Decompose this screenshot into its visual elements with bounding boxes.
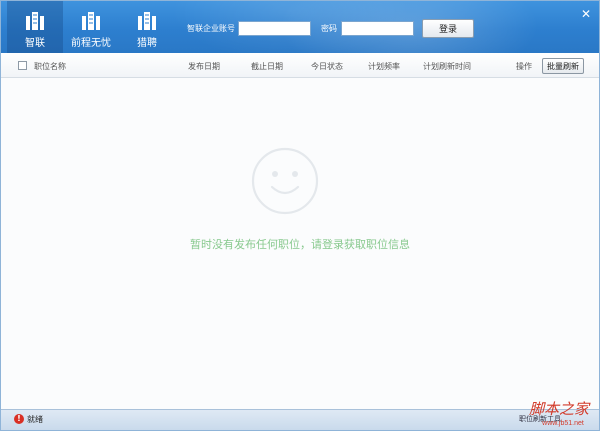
column-header: 职位名称 发布日期 截止日期 今日状态 计划频率 计划刷新时间 操作 批量刷新 <box>1 53 599 78</box>
smiley-face-icon <box>251 147 319 215</box>
buildings-icon <box>26 12 44 30</box>
col-job-name: 职位名称 <box>34 62 66 71</box>
watermark-logo: 脚本之家 www.jb51.net <box>529 400 591 427</box>
tab-label: 智联 <box>25 38 45 49</box>
col-action: 操作 <box>516 62 532 71</box>
app-window: 智联 前程无忧 猎聘 智联企业账号 密码 登录 ✕ 职位名称 发布日期 截止日期… <box>0 0 600 431</box>
status-bar: ! 就绪 职位刷新工具 <box>1 409 599 430</box>
watermark-text: 脚本之家 <box>529 400 591 418</box>
batch-refresh-button[interactable]: 批量刷新 <box>542 58 584 74</box>
account-input[interactable] <box>238 21 311 36</box>
error-icon: ! <box>14 414 24 424</box>
col-refresh-frequency: 计划频率 <box>368 62 400 71</box>
tab-label: 猎聘 <box>137 38 157 49</box>
col-publish-date: 发布日期 <box>188 62 220 71</box>
watermark-url: www.jb51.net <box>541 420 584 427</box>
status-text: 就绪 <box>27 415 43 424</box>
col-today-status: 今日状态 <box>311 62 343 71</box>
tab-51job[interactable]: 前程无忧 <box>63 1 119 53</box>
col-refresh-time: 计划刷新时间 <box>423 62 471 71</box>
buildings-icon <box>82 12 100 30</box>
close-icon[interactable]: ✕ <box>579 7 593 21</box>
tab-label: 前程无忧 <box>71 38 111 49</box>
col-end-date: 截止日期 <box>251 62 283 71</box>
header-bar: 智联 前程无忧 猎聘 智联企业账号 密码 登录 ✕ <box>1 1 599 53</box>
password-input[interactable] <box>341 21 414 36</box>
password-label: 密码 <box>321 24 337 33</box>
account-label: 智联企业账号 <box>187 24 235 33</box>
select-all-checkbox[interactable] <box>18 61 27 70</box>
tab-liepin[interactable]: 猎聘 <box>119 1 175 53</box>
login-button[interactable]: 登录 <box>422 19 474 38</box>
tab-zhilian[interactable]: 智联 <box>7 1 63 53</box>
buildings-icon <box>138 12 156 30</box>
empty-message: 暂时没有发布任何职位，请登录获取职位信息 <box>190 238 410 251</box>
